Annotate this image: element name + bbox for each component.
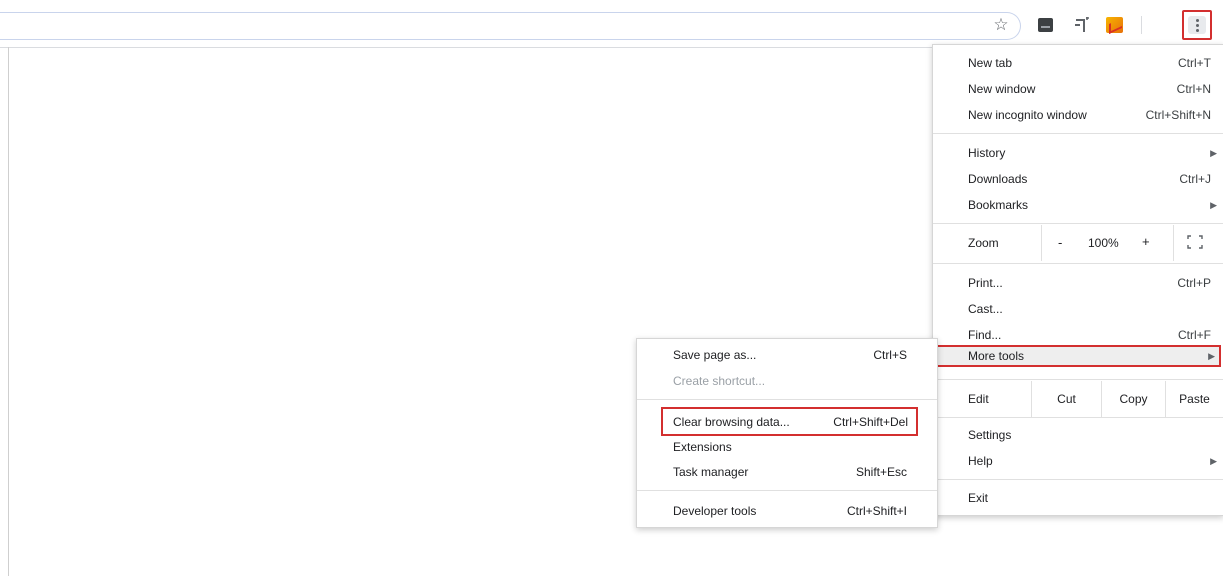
menu-item-label: Cast... — [968, 302, 1003, 316]
menu-item-downloads[interactable]: Downloads Ctrl+J — [933, 167, 1223, 191]
menu-item-label: New window — [968, 82, 1036, 96]
menu-divider — [933, 263, 1223, 264]
menu-item-label: More tools — [968, 349, 1025, 363]
cut-button[interactable]: Cut — [1031, 381, 1101, 417]
menu-item-label: Bookmarks — [968, 198, 1029, 212]
chevron-right-icon: ▶ — [1210, 147, 1217, 158]
menu-item-label: Downloads — [968, 172, 1028, 186]
chevron-right-icon: ▶ — [1208, 350, 1215, 361]
zoom-out-button[interactable]: - — [1058, 235, 1062, 250]
menu-item-shortcut: Ctrl+S — [873, 348, 907, 362]
zoom-in-button[interactable]: + — [1142, 234, 1150, 249]
menu-item-label: Extensions — [673, 440, 732, 454]
menu-divider — [637, 399, 937, 400]
page-left-edge — [8, 47, 9, 576]
menu-zoom-row: Zoom - 100% + — [933, 225, 1223, 261]
menu-divider — [933, 417, 1223, 418]
menu-item-label: New tab — [968, 56, 1013, 70]
menu-divider — [933, 479, 1223, 480]
fullscreen-icon[interactable] — [1187, 235, 1203, 249]
menu-item-settings[interactable]: Settings — [933, 423, 1223, 447]
menu-item-shortcut: Ctrl+N — [1176, 82, 1211, 96]
zoom-controls: - 100% + — [1041, 225, 1174, 261]
submenu-item-create-shortcut: Create shortcut... — [637, 369, 937, 393]
zoom-label: Zoom — [968, 236, 999, 250]
menu-item-exit[interactable]: Exit — [933, 486, 1223, 510]
menu-item-find[interactable]: Find... Ctrl+F — [933, 323, 1223, 347]
browser-main-menu: New tab Ctrl+T New window Ctrl+N New inc… — [932, 44, 1223, 516]
menu-item-shortcut: Ctrl+F — [1178, 328, 1211, 342]
menu-item-label: Developer tools — [673, 504, 757, 518]
menu-item-shortcut: Ctrl+T — [1178, 56, 1211, 70]
submenu-item-save-page[interactable]: Save page as... Ctrl+S — [637, 343, 937, 367]
menu-item-shortcut: Ctrl+Shift+Del — [833, 414, 908, 429]
star-icon[interactable]: ☆ — [992, 15, 1010, 34]
menu-item-new-window[interactable]: New window Ctrl+N — [933, 77, 1223, 101]
menu-item-shortcut: Shift+Esc — [855, 465, 907, 479]
menu-item-more-tools[interactable]: More tools ▶ — [936, 345, 1221, 367]
menu-divider — [933, 133, 1223, 134]
edit-label: Edit — [968, 392, 989, 406]
menu-item-label: New incognito window — [968, 108, 1087, 122]
extension-chart-icon[interactable] — [1106, 17, 1123, 33]
three-dots-vertical-icon — [1188, 16, 1206, 34]
extension-dark-icon[interactable] — [1038, 18, 1053, 32]
menu-item-new-tab[interactable]: New tab Ctrl+T — [933, 51, 1223, 75]
more-tools-submenu: Save page as... Ctrl+S Create shortcut..… — [636, 338, 938, 528]
submenu-item-extensions[interactable]: Extensions — [637, 435, 937, 459]
submenu-item-developer-tools[interactable]: Developer tools Ctrl+Shift+I — [637, 499, 937, 523]
menu-item-label: Clear browsing data... — [673, 414, 790, 429]
menu-item-label: Exit — [968, 491, 989, 505]
menu-item-shortcut: Ctrl+J — [1179, 172, 1211, 186]
menu-item-label: Save page as... — [673, 348, 757, 362]
menu-item-label: Help — [968, 454, 993, 468]
zoom-level: 100% — [1088, 236, 1119, 250]
menu-item-history[interactable]: History ▶ — [933, 141, 1223, 165]
chevron-right-icon: ▶ — [1210, 455, 1217, 466]
address-bar[interactable] — [0, 12, 1021, 40]
chevron-right-icon: ▶ — [1210, 199, 1217, 210]
extension-arrow-icon[interactable] — [1074, 16, 1090, 34]
menu-item-help[interactable]: Help ▶ — [933, 449, 1223, 473]
menu-item-label: Find... — [968, 328, 1002, 342]
menu-divider — [637, 490, 937, 491]
menu-item-shortcut: Ctrl+Shift+N — [1145, 108, 1211, 122]
menu-item-label: Task manager — [673, 465, 749, 479]
menu-item-shortcut: Ctrl+Shift+I — [846, 504, 907, 518]
submenu-item-clear-browsing-data[interactable]: Clear browsing data... Ctrl+Shift+Del — [661, 407, 918, 436]
menu-item-label: Print... — [968, 276, 1003, 290]
menu-item-cast[interactable]: Cast... — [933, 297, 1223, 321]
browser-menu-button[interactable] — [1182, 10, 1212, 40]
menu-item-shortcut: Ctrl+P — [1177, 276, 1211, 290]
menu-item-label: Settings — [968, 428, 1012, 442]
menu-item-label: Create shortcut... — [673, 374, 766, 388]
menu-edit-row: Edit Cut Copy Paste — [933, 381, 1223, 417]
paste-button[interactable]: Paste — [1165, 381, 1223, 417]
menu-item-print[interactable]: Print... Ctrl+P — [933, 271, 1223, 295]
menu-item-label: History — [968, 146, 1006, 160]
submenu-item-task-manager[interactable]: Task manager Shift+Esc — [637, 460, 937, 484]
browser-toolbar: ☆ — [0, 0, 1223, 48]
menu-divider — [933, 379, 1223, 380]
menu-item-new-incognito[interactable]: New incognito window Ctrl+Shift+N — [933, 103, 1223, 127]
copy-button[interactable]: Copy — [1101, 381, 1165, 417]
menu-item-bookmarks[interactable]: Bookmarks ▶ — [933, 193, 1223, 217]
menu-divider — [933, 223, 1223, 224]
toolbar-divider — [1141, 16, 1142, 34]
